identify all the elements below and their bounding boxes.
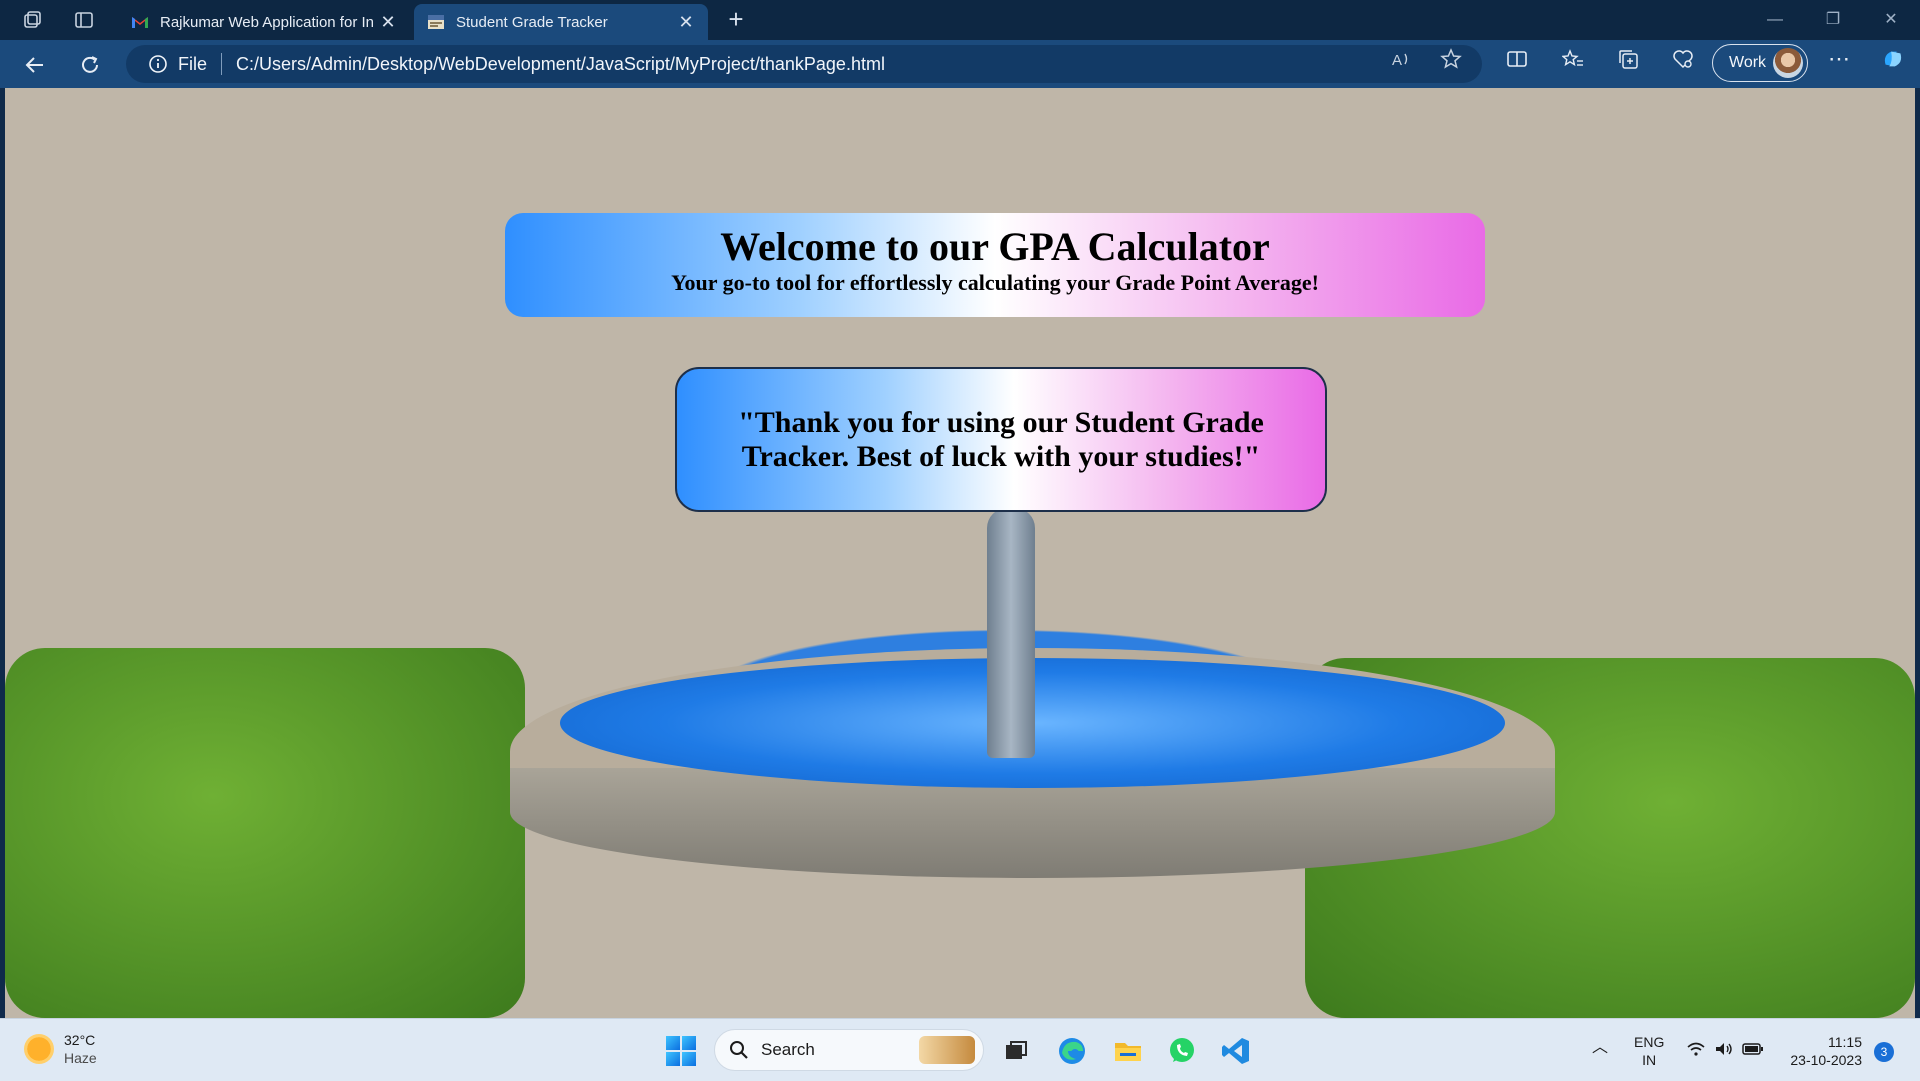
- tab-student-grade-tracker[interactable]: Student Grade Tracker ✕: [414, 4, 708, 40]
- search-placeholder: Search: [761, 1040, 815, 1059]
- gmail-icon: [132, 17, 148, 28]
- back-arrow-icon: [25, 57, 43, 73]
- fountain-column: [987, 508, 1035, 758]
- language-line2: IN: [1642, 1052, 1657, 1068]
- language-line1: ENG: [1634, 1034, 1665, 1050]
- edge-icon[interactable]: [1054, 1033, 1090, 1069]
- refresh-icon: [82, 56, 98, 73]
- back-button[interactable]: [20, 50, 50, 80]
- welcome-header: Welcome to our GPA Calculator Your go-to…: [505, 213, 1485, 317]
- task-view-icon[interactable]: [998, 1033, 1034, 1069]
- language-indicator[interactable]: ENG IN: [1634, 1033, 1664, 1069]
- split-screen-icon[interactable]: [1504, 46, 1530, 72]
- favorites-icon[interactable]: [1560, 46, 1586, 72]
- taskbar-search[interactable]: Search: [714, 1029, 984, 1071]
- svg-text:A: A: [1392, 52, 1402, 69]
- info-icon[interactable]: [148, 54, 168, 74]
- tab-title: Student Grade Tracker: [456, 13, 608, 31]
- clock-time: 11:15: [1828, 1034, 1862, 1050]
- show-hidden-icons-icon[interactable]: ︿: [1592, 1039, 1608, 1057]
- clock[interactable]: 11:15 23-10-2023: [1782, 1033, 1862, 1069]
- workspaces-icon[interactable]: [20, 8, 44, 32]
- tab-gmail[interactable]: Rajkumar Web Application for In ✕: [118, 4, 410, 40]
- site-info-label[interactable]: File: [178, 54, 207, 75]
- profile-label: Work: [1729, 54, 1767, 71]
- url-text[interactable]: C:/Users/Admin/Desktop/WebDevelopment/Ja…: [236, 54, 885, 75]
- tab-title: Rajkumar Web Application for In: [160, 13, 374, 31]
- close-window-button[interactable]: ✕: [1868, 6, 1914, 34]
- page-icon: [428, 15, 444, 29]
- weather-widget[interactable]: 32°C Haze: [24, 1031, 97, 1067]
- close-tab-icon[interactable]: ✕: [676, 12, 696, 33]
- clock-date: 23-10-2023: [1790, 1052, 1862, 1068]
- weather-temp: 32°C: [64, 1032, 96, 1048]
- tab-actions-icon[interactable]: [72, 8, 96, 32]
- notification-badge[interactable]: 3: [1874, 1042, 1894, 1062]
- weather-condition: Haze: [64, 1050, 97, 1066]
- browser-titlebar: Rajkumar Web Application for In ✕ Studen…: [0, 0, 1920, 40]
- file-explorer-icon[interactable]: [1110, 1033, 1146, 1069]
- browser-essentials-icon[interactable]: [1670, 46, 1696, 72]
- profile-button[interactable]: Work: [1712, 44, 1808, 82]
- volume-icon: [1716, 1043, 1732, 1055]
- thank-you-message: "Thank you for using our Student Grade T…: [738, 405, 1264, 473]
- address-bar[interactable]: File C:/Users/Admin/Desktop/WebDevelopme…: [126, 45, 1482, 83]
- new-tab-button[interactable]: +: [722, 6, 750, 34]
- thank-you-card: "Thank you for using our Student Grade T…: [675, 367, 1327, 512]
- avatar: [1773, 48, 1803, 78]
- browser-toolbar: File C:/Users/Admin/Desktop/WebDevelopme…: [0, 40, 1920, 88]
- more-options-icon[interactable]: ⋯: [1826, 46, 1852, 72]
- battery-icon: [1742, 1043, 1763, 1055]
- favorite-star-icon[interactable]: [1438, 46, 1464, 72]
- start-icon[interactable]: [666, 1036, 696, 1066]
- whatsapp-icon[interactable]: [1164, 1033, 1200, 1069]
- system-tray-status[interactable]: [1686, 1041, 1764, 1057]
- page-background: Welcome to our GPA Calculator Your go-to…: [5, 88, 1915, 1018]
- collections-icon[interactable]: [1615, 46, 1641, 72]
- read-aloud-icon[interactable]: A: [1388, 46, 1414, 72]
- address-separator: [221, 53, 223, 75]
- hedge-left: [5, 648, 525, 1018]
- copilot-icon[interactable]: [1880, 46, 1906, 72]
- refresh-button[interactable]: [75, 50, 105, 80]
- taskbar: 32°C Haze Search ︿ ENG IN 11:15 23-10-20…: [0, 1018, 1920, 1081]
- vscode-icon[interactable]: [1218, 1033, 1254, 1069]
- search-highlight-icon: [919, 1036, 975, 1064]
- close-tab-icon[interactable]: ✕: [378, 12, 398, 33]
- page-subtitle: Your go-to tool for effortlessly calcula…: [671, 270, 1319, 295]
- wifi-icon: [1687, 1042, 1705, 1056]
- sun-haze-icon: [24, 1034, 54, 1064]
- restore-button[interactable]: ❐: [1810, 6, 1856, 34]
- page-title: Welcome to our GPA Calculator: [720, 224, 1270, 269]
- search-icon: [730, 1041, 748, 1059]
- minimize-button[interactable]: —: [1752, 6, 1798, 34]
